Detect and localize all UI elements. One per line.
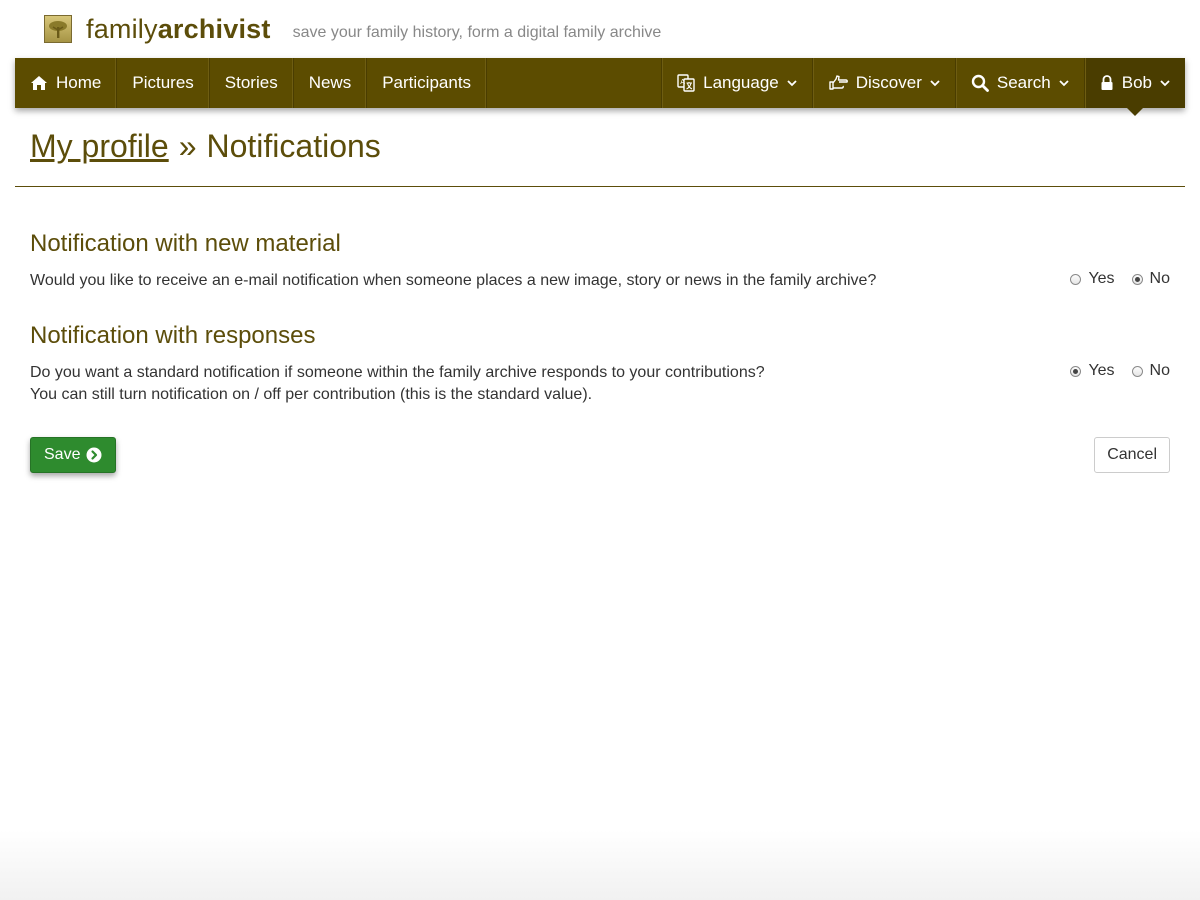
save-button[interactable]: Save [30, 437, 117, 473]
svg-text:A: A [680, 78, 685, 86]
cancel-button-label: Cancel [1107, 446, 1157, 463]
nav-label-pictures: Pictures [132, 73, 194, 92]
section-description: Do you want a standard notification if s… [30, 364, 765, 381]
nav-right: A Language Discover Search Bob [661, 58, 1185, 116]
chevron-down-icon [1059, 79, 1069, 87]
nav-label-home: Home [56, 73, 102, 92]
nav-item-discover[interactable]: Discover [811, 58, 955, 108]
home-icon [30, 75, 48, 91]
brand-name[interactable]: family archivist [86, 14, 271, 45]
radio-label: No [1149, 270, 1170, 287]
nav-item-language[interactable]: A Language [661, 58, 812, 108]
section-heading: Notification with new material [30, 230, 341, 257]
lock-icon [1100, 75, 1114, 91]
nav-item-search[interactable]: Search [954, 58, 1084, 108]
brand-name-bold: archivist [157, 13, 271, 44]
section-responses: Notification with responses Do you want … [30, 322, 1170, 406]
section-heading: Notification with responses [30, 322, 316, 349]
nav-label-discover: Discover [855, 73, 922, 92]
breadcrumb-separator: » [178, 128, 197, 164]
page-title-text: Notifications [206, 128, 381, 164]
radio-label: No [1149, 362, 1170, 379]
tagline: save your family history, form a digital… [292, 24, 662, 41]
page-title: My profile » Notifications [30, 128, 381, 165]
nav-item-news[interactable]: News [294, 58, 368, 108]
chevron-down-icon [930, 79, 940, 87]
breadcrumb-my-profile-link[interactable]: My profile [30, 128, 169, 165]
radio-label: Yes [1088, 362, 1115, 379]
new-material-radio-group: Yes No [1070, 270, 1170, 288]
responses-radio-group: Yes No [1070, 362, 1170, 380]
hand-pointing-icon [828, 75, 848, 91]
radio-button-checked[interactable] [1070, 365, 1082, 377]
nav-left: Home Pictures Stories News Participants [15, 58, 488, 108]
nav-label-stories: Stories [224, 73, 278, 92]
section-new-material: Notification with new material Would you… [30, 230, 1170, 292]
nav-label-user: Bob [1121, 73, 1152, 92]
save-button-label: Save [44, 446, 81, 463]
tree-icon[interactable] [44, 15, 72, 43]
radio-option-no[interactable]: No [1131, 362, 1170, 380]
search-icon [971, 74, 989, 92]
nav-label-search: Search [996, 73, 1051, 92]
nav-item-user[interactable]: Bob [1083, 58, 1185, 116]
radio-option-yes[interactable]: Yes [1070, 362, 1115, 380]
chevron-down-icon [1160, 79, 1170, 87]
radio-button[interactable] [1070, 273, 1082, 285]
main-navbar: Home Pictures Stories News Participants … [15, 58, 1185, 116]
nav-item-stories[interactable]: Stories [210, 58, 294, 108]
nav-label-news: News [308, 73, 352, 92]
section-description-note: You can still turn notification on / off… [30, 386, 593, 403]
radio-button[interactable] [1131, 365, 1143, 377]
title-divider [15, 186, 1185, 187]
radio-button-checked[interactable] [1131, 273, 1143, 285]
radio-label: Yes [1088, 270, 1115, 287]
cancel-button[interactable]: Cancel [1094, 437, 1170, 473]
radio-option-yes[interactable]: Yes [1070, 270, 1115, 288]
brand-header: family archivist save your family history… [44, 12, 661, 46]
nav-label-participants: Participants [382, 73, 472, 92]
nav-item-pictures[interactable]: Pictures [117, 58, 210, 108]
nav-label-language: Language [703, 73, 779, 92]
nav-item-participants[interactable]: Participants [367, 58, 488, 108]
chevron-down-icon [787, 79, 797, 87]
brand-name-light: family [86, 13, 158, 44]
translate-icon: A [677, 74, 695, 92]
section-description: Would you like to receive an e-mail noti… [30, 272, 877, 289]
radio-option-no[interactable]: No [1131, 270, 1170, 288]
nav-item-home[interactable]: Home [15, 58, 118, 108]
chevron-circle-right-icon [86, 447, 102, 463]
